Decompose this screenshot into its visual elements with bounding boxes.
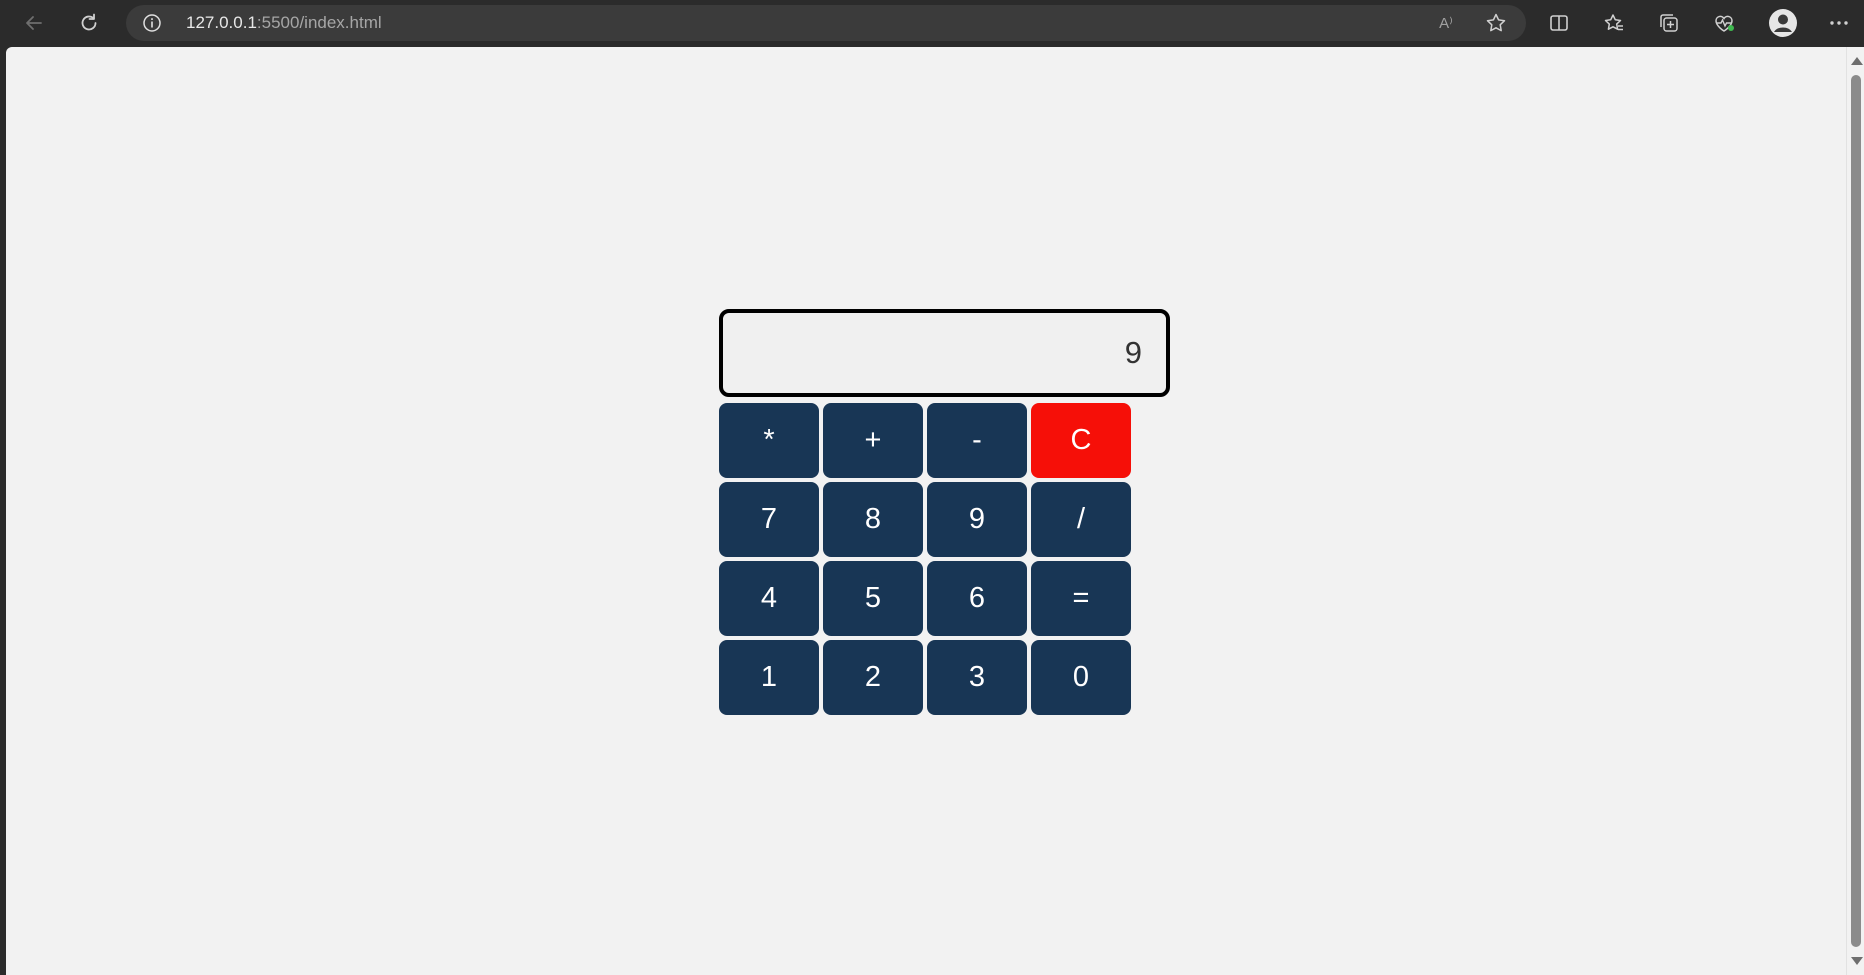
- favorite-star-icon[interactable]: [1484, 11, 1508, 35]
- multiply-key[interactable]: *: [719, 403, 819, 478]
- minus-key[interactable]: -: [927, 403, 1027, 478]
- scroll-up-arrow-icon[interactable]: [1851, 57, 1863, 65]
- digit-5-key[interactable]: 5: [823, 561, 923, 636]
- info-icon[interactable]: [142, 13, 162, 33]
- back-arrow-icon[interactable]: [17, 6, 51, 40]
- refresh-icon[interactable]: [72, 6, 106, 40]
- clear-key[interactable]: C: [1031, 403, 1131, 478]
- url-host: 127.0.0.1: [186, 13, 257, 32]
- read-aloud-label: A⁾: [1439, 15, 1453, 32]
- digit-8-key[interactable]: 8: [823, 482, 923, 557]
- collections-icon[interactable]: [1652, 6, 1686, 40]
- digit-1-key[interactable]: 1: [719, 640, 819, 715]
- browser-essentials-icon[interactable]: [1707, 6, 1741, 40]
- divide-key[interactable]: /: [1031, 482, 1131, 557]
- digit-6-key[interactable]: 6: [927, 561, 1027, 636]
- split-screen-icon[interactable]: [1542, 6, 1576, 40]
- equals-key[interactable]: =: [1031, 561, 1131, 636]
- vertical-scrollbar[interactable]: [1846, 47, 1864, 975]
- digit-3-key[interactable]: 3: [927, 640, 1027, 715]
- address-bar[interactable]: 127.0.0.1:5500/index.html A⁾: [126, 5, 1526, 41]
- scroll-down-arrow-icon[interactable]: [1851, 957, 1863, 965]
- read-aloud-icon[interactable]: A⁾: [1434, 11, 1458, 35]
- digit-9-key[interactable]: 9: [927, 482, 1027, 557]
- profile-icon[interactable]: [1766, 6, 1800, 40]
- digit-2-key[interactable]: 2: [823, 640, 923, 715]
- page-viewport: 9 * + - C 7 8 9/4 5 6 = 1 2 3 0: [6, 47, 1846, 975]
- plus-key[interactable]: +: [823, 403, 923, 478]
- favorites-icon[interactable]: [1597, 6, 1631, 40]
- url-path: :5500/index.html: [256, 13, 382, 32]
- calculator-keypad: * + - C 7 8 9/ 4 5 6 = 1 2 3 0: [719, 403, 1139, 715]
- browser-toolbar: 127.0.0.1:5500/index.html A⁾: [0, 0, 1864, 46]
- digit-4-key[interactable]: 4: [719, 561, 819, 636]
- scrollbar-thumb[interactable]: [1851, 75, 1861, 947]
- calculator-display: 9: [719, 309, 1170, 397]
- digit-7-key[interactable]: 7: [719, 482, 819, 557]
- digit-0-key[interactable]: 0: [1031, 640, 1131, 715]
- more-menu-icon[interactable]: [1822, 6, 1856, 40]
- address-url[interactable]: 127.0.0.1:5500/index.html: [186, 5, 382, 41]
